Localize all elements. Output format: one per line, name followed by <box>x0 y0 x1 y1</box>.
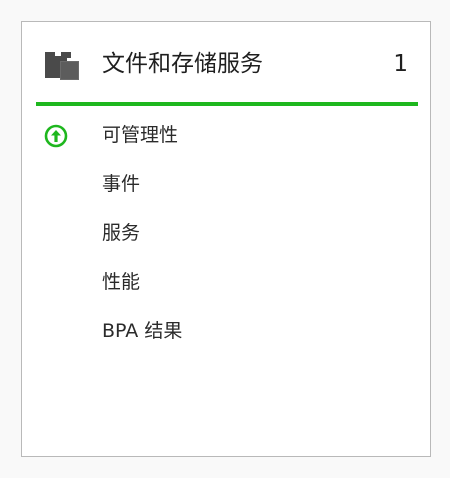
item-label: BPA 结果 <box>102 320 183 342</box>
item-bpa-results[interactable]: BPA 结果 <box>22 310 430 359</box>
item-manageability[interactable]: 可管理性 <box>22 114 430 163</box>
item-services[interactable]: 服务 <box>22 212 430 261</box>
item-performance[interactable]: 性能 <box>22 261 430 310</box>
item-label: 事件 <box>102 173 141 195</box>
folder-icon <box>45 52 79 80</box>
tile-title[interactable]: 文件和存储服务 <box>102 49 263 79</box>
status-bar <box>36 102 418 106</box>
server-role-tile[interactable]: 文件和存储服务 1 可管理性 事件 服务 性能 BPA 结果 <box>21 21 431 457</box>
item-label: 性能 <box>102 271 141 293</box>
item-label: 可管理性 <box>102 124 179 146</box>
item-label: 服务 <box>102 222 141 244</box>
item-events[interactable]: 事件 <box>22 163 430 212</box>
tile-item-list: 可管理性 事件 服务 性能 BPA 结果 <box>22 114 430 359</box>
up-arrow-circle-icon <box>44 124 68 148</box>
tile-header[interactable]: 文件和存储服务 1 <box>22 22 430 104</box>
tile-count[interactable]: 1 <box>393 49 408 79</box>
